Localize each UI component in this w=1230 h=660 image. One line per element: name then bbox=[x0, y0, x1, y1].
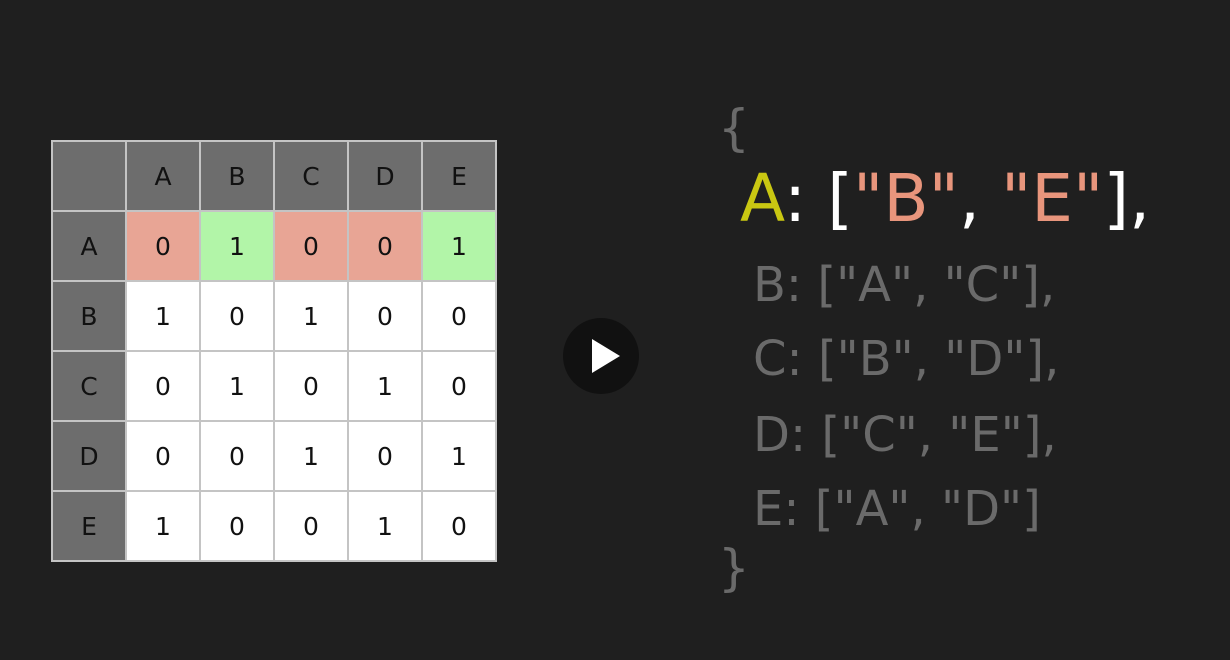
adjacency-list-entry: D: ["C", "E"], bbox=[753, 407, 1057, 463]
open-brace: { bbox=[718, 99, 750, 157]
active-colon: : [ bbox=[784, 160, 853, 237]
adjacency-list-entry: B: ["A", "C"], bbox=[753, 257, 1056, 313]
active-key: A bbox=[740, 160, 784, 237]
adjacency-list: { A: ["B", "E"], B: ["A", "C"], C: ["B",… bbox=[0, 0, 1230, 660]
close-brace: } bbox=[718, 539, 750, 597]
adjacency-list-entry: E: ["A", "D"] bbox=[753, 481, 1041, 537]
adjacency-list-entry: C: ["B", "D"], bbox=[753, 331, 1060, 387]
active-neighbor: "B" bbox=[852, 160, 959, 237]
adjacency-list-entry-active: A: ["B", "E"], bbox=[740, 166, 1150, 232]
active-neighbor: "E" bbox=[1000, 160, 1104, 237]
active-separator: , bbox=[958, 160, 1001, 237]
active-tail: ], bbox=[1103, 160, 1151, 237]
